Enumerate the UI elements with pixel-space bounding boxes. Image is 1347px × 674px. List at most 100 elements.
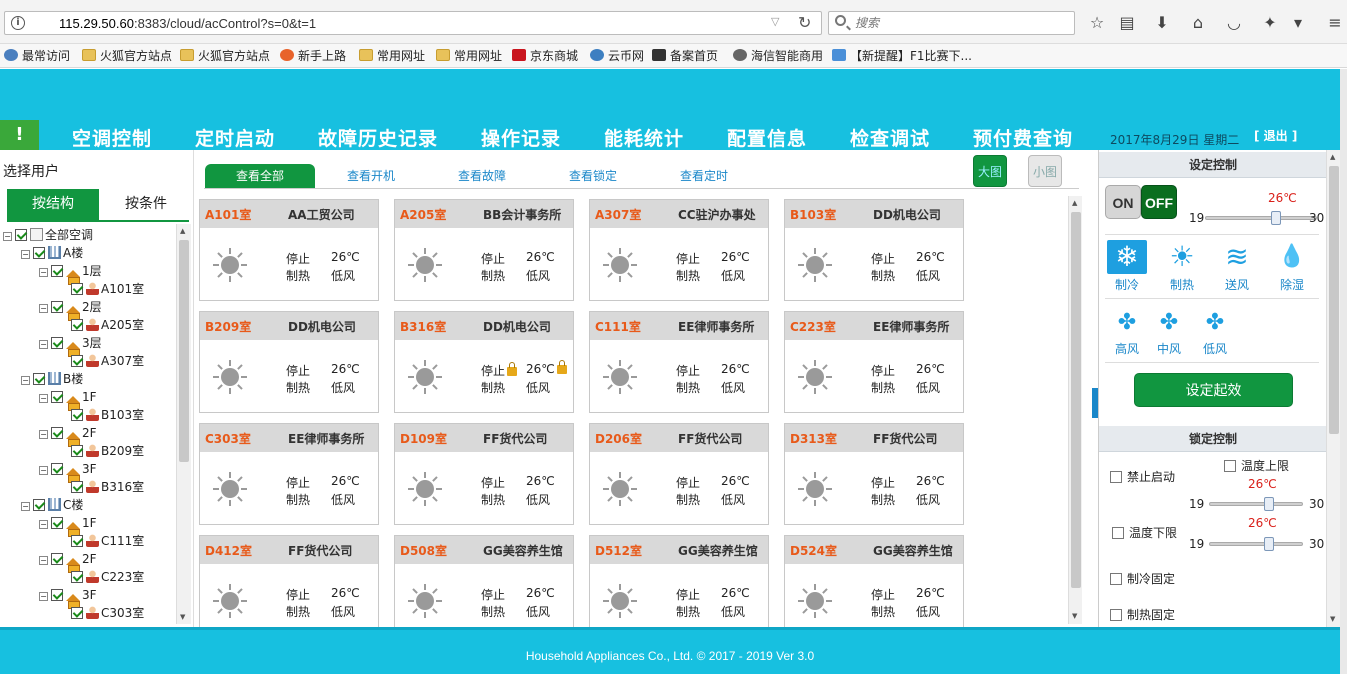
tree-node[interactable]: − 3F (39, 460, 97, 483)
scroll-up-icon[interactable]: ▲ (180, 227, 185, 235)
ac-card[interactable]: A307室 CC驻沪办事处 停止 26℃ 制热 低风 (589, 199, 769, 301)
hamburger-menu-icon[interactable]: ≡ (1325, 13, 1345, 33)
ac-card[interactable]: D508室 GG美容养生馆 停止 26℃ 制热 低风 (394, 535, 574, 627)
scroll-down-icon[interactable]: ▼ (180, 613, 185, 621)
upper-temp-slider[interactable] (1209, 497, 1303, 511)
power-off-button[interactable]: OFF (1141, 185, 1177, 219)
search-input[interactable] (855, 14, 1065, 32)
scroll-up-icon[interactable]: ▲ (1330, 153, 1335, 161)
expander-icon[interactable]: − (39, 268, 48, 277)
scroll-down-icon[interactable]: ▼ (1072, 612, 1077, 620)
tree-checkbox[interactable] (51, 265, 63, 277)
expander-icon[interactable]: − (39, 340, 48, 349)
home-icon[interactable]: ⌂ (1188, 13, 1208, 33)
tree-checkbox[interactable] (33, 373, 45, 385)
tree-checkbox[interactable] (71, 283, 83, 295)
tree-node[interactable]: C223室 (71, 568, 144, 586)
tree-node[interactable]: C111室 (71, 532, 144, 550)
ac-card[interactable]: D109室 FF货代公司 停止 26℃ 制热 低风 (394, 423, 574, 525)
tree-checkbox[interactable] (51, 391, 63, 403)
ac-card[interactable]: D524室 GG美容养生馆 停止 26℃ 制热 低风 (784, 535, 964, 627)
tree-checkbox[interactable] (33, 499, 45, 511)
mode-snowflake[interactable]: ❄ 制冷 (1105, 240, 1149, 293)
small-view-button[interactable]: 小图 (1028, 155, 1062, 187)
bookmark-item[interactable]: 常用网址 (359, 47, 425, 65)
temp-lower-checkbox[interactable]: 温度下限 (1112, 524, 1177, 541)
large-view-button[interactable]: 大图 (973, 155, 1007, 187)
bookmark-item[interactable]: 海信智能商用 (733, 47, 823, 65)
tree-checkbox[interactable] (51, 589, 63, 601)
tree-checkbox[interactable] (71, 445, 83, 457)
fan-fan-mid[interactable]: ✤ 中风 (1147, 308, 1191, 357)
tree-checkbox[interactable] (15, 229, 27, 241)
filter-tab[interactable]: 查看开机 (316, 164, 426, 189)
bookmark-item[interactable]: 常用网址 (436, 47, 502, 65)
tree-node[interactable]: − 全部空调 (3, 226, 93, 244)
logout-button[interactable]: [ 退出 ] (1254, 127, 1297, 144)
fan-fan-high[interactable]: ✤ 高风 (1105, 308, 1149, 357)
tree-node[interactable]: B103室 (71, 406, 144, 424)
tree-checkbox[interactable] (51, 517, 63, 529)
bookmark-item[interactable]: 火狐官方站点 (82, 47, 172, 65)
tree-checkbox[interactable] (51, 427, 63, 439)
ac-card[interactable]: B209室 DD机电公司 停止 26℃ 制热 低风 (199, 311, 379, 413)
power-on-button[interactable]: ON (1105, 185, 1141, 219)
bookmark-item[interactable]: 备案首页 (652, 47, 718, 65)
expander-icon[interactable]: − (39, 394, 48, 403)
expander-icon[interactable]: − (39, 466, 48, 475)
nav-item[interactable]: 检查调试 (850, 124, 930, 151)
ac-card[interactable]: C111室 EE律师事务所 停止 26℃ 制热 低风 (589, 311, 769, 413)
lower-temp-slider[interactable] (1209, 537, 1303, 551)
forbid-start-checkbox[interactable]: 禁止启动 (1110, 468, 1175, 485)
heat-fixed-checkbox[interactable]: 制热固定 (1110, 606, 1175, 623)
reload-icon[interactable]: ↻ (798, 13, 811, 32)
expander-icon[interactable]: − (39, 520, 48, 529)
scroll-thumb[interactable] (1071, 212, 1081, 588)
tree-node[interactable]: − A楼 (21, 244, 83, 262)
ac-card[interactable]: D206室 FF货代公司 停止 26℃ 制热 低风 (589, 423, 769, 525)
tree-checkbox[interactable] (71, 355, 83, 367)
ac-card[interactable]: D313室 FF货代公司 停止 26℃ 制热 低风 (784, 423, 964, 525)
extension-icon[interactable]: ✦ (1260, 13, 1280, 33)
bookmark-star-icon[interactable]: ☆ (1087, 13, 1107, 33)
lower-temp-slider-knob[interactable] (1264, 537, 1274, 551)
mode-sun[interactable]: ☀ 制热 (1160, 240, 1204, 293)
temperature-slider[interactable] (1205, 211, 1317, 225)
ac-card[interactable]: C303室 EE律师事务所 停止 26℃ 制热 低风 (199, 423, 379, 525)
scroll-up-icon[interactable]: ▲ (1072, 199, 1077, 207)
bookmark-item[interactable]: 京东商城 (512, 47, 578, 65)
bookmark-item[interactable]: 【新提醒】F1比赛下... (832, 47, 972, 65)
bookmark-item[interactable]: 新手上路 (280, 47, 346, 65)
nav-item[interactable]: 操作记录 (481, 124, 561, 151)
mode-wind[interactable]: ≋ 送风 (1215, 240, 1259, 293)
expander-icon[interactable]: − (3, 232, 12, 241)
download-icon[interactable]: ⬇ (1152, 13, 1172, 33)
tree-node[interactable]: − 3F (39, 586, 97, 609)
expander-icon[interactable]: − (21, 376, 30, 385)
browser-search[interactable] (828, 11, 1075, 35)
tree-checkbox[interactable] (51, 301, 63, 313)
expander-icon[interactable]: − (39, 592, 48, 601)
tree-node[interactable]: − 1F (39, 388, 97, 411)
nav-item[interactable]: 定时启动 (195, 124, 275, 151)
ac-card[interactable]: D412室 FF货代公司 停止 26℃ 制热 低风 (199, 535, 379, 627)
tree-node[interactable]: C303室 (71, 604, 144, 622)
expander-icon[interactable]: − (39, 304, 48, 313)
tab-by-structure[interactable]: 按结构 (7, 189, 99, 220)
tree-node[interactable]: − C楼 (21, 496, 83, 514)
tree-checkbox[interactable] (71, 607, 83, 619)
tree-node[interactable]: − 2F (39, 424, 97, 447)
tree-checkbox[interactable] (71, 481, 83, 493)
ac-card[interactable]: A205室 BB会计事务所 停止 26℃ 制热 低风 (394, 199, 574, 301)
tree-node[interactable]: − 2F (39, 550, 97, 573)
tree-checkbox[interactable] (71, 535, 83, 547)
nav-item[interactable]: 配置信息 (727, 124, 807, 151)
cool-fixed-checkbox[interactable]: 制冷固定 (1110, 570, 1175, 587)
ac-card[interactable]: B103室 DD机电公司 停止 26℃ 制热 低风 (784, 199, 964, 301)
tree-checkbox[interactable] (51, 337, 63, 349)
reading-list-icon[interactable]: ▤ (1117, 13, 1137, 33)
ac-card[interactable]: D512室 GG美容养生馆 停止 26℃ 制热 低风 (589, 535, 769, 627)
nav-item[interactable]: 空调控制 (72, 124, 152, 151)
expander-icon[interactable]: − (21, 502, 30, 511)
bookmark-item[interactable]: 云币网 (590, 47, 644, 65)
